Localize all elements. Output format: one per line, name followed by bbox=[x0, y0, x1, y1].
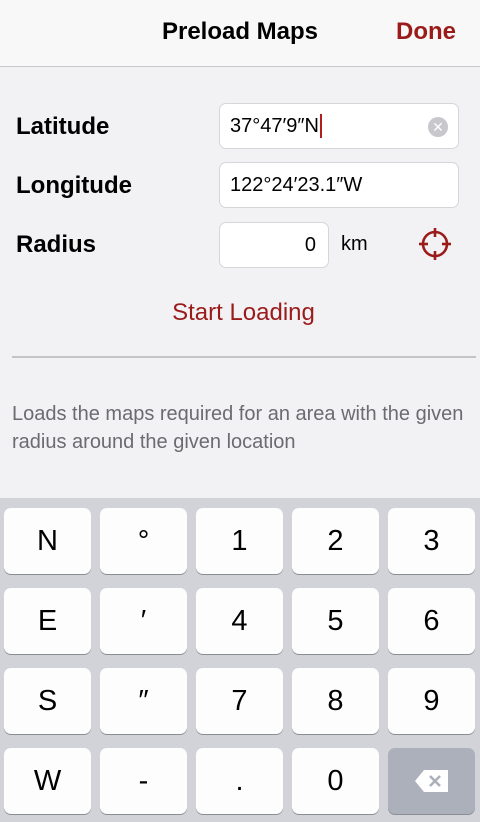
backspace-icon bbox=[414, 770, 448, 792]
key-n[interactable]: N bbox=[4, 508, 91, 574]
key-0[interactable]: 0 bbox=[292, 748, 379, 814]
radius-field[interactable]: 0 bbox=[219, 222, 329, 268]
key-second[interactable]: ″ bbox=[100, 668, 187, 734]
key-4[interactable]: 4 bbox=[196, 588, 283, 654]
done-button[interactable]: Done bbox=[396, 18, 456, 46]
radius-unit: km bbox=[341, 233, 368, 255]
text-cursor bbox=[319, 114, 322, 138]
key-degree[interactable]: ° bbox=[100, 508, 187, 574]
longitude-field[interactable]: 122°24′23.1″W bbox=[219, 162, 459, 208]
key-3[interactable]: 3 bbox=[388, 508, 475, 574]
key-5[interactable]: 5 bbox=[292, 588, 379, 654]
navigation-bar: Preload Maps Done bbox=[0, 0, 480, 67]
key-7[interactable]: 7 bbox=[196, 668, 283, 734]
latitude-value: 37°47′9″N bbox=[230, 114, 319, 137]
key-1[interactable]: 1 bbox=[196, 508, 283, 574]
start-loading-button[interactable]: Start Loading bbox=[0, 299, 480, 327]
latitude-label: Latitude bbox=[16, 113, 110, 140]
longitude-label: Longitude bbox=[16, 172, 132, 199]
help-text: Loads the maps required for an area with… bbox=[12, 403, 464, 453]
crosshair-icon[interactable] bbox=[418, 227, 452, 261]
key-8[interactable]: 8 bbox=[292, 668, 379, 734]
key-e[interactable]: E bbox=[4, 588, 91, 654]
divider bbox=[12, 356, 476, 358]
key-s[interactable]: S bbox=[4, 668, 91, 734]
longitude-value: 122°24′23.1″W bbox=[230, 173, 363, 196]
latitude-field[interactable]: 37°47′9″N ✕ bbox=[219, 103, 459, 149]
radius-label: Radius bbox=[16, 231, 97, 258]
key-minus[interactable]: - bbox=[100, 748, 187, 814]
key-period[interactable]: . bbox=[196, 748, 283, 814]
key-w[interactable]: W bbox=[4, 748, 91, 814]
backspace-key[interactable] bbox=[388, 748, 475, 814]
key-minute[interactable]: ′ bbox=[100, 588, 187, 654]
key-6[interactable]: 6 bbox=[388, 588, 475, 654]
clear-icon[interactable]: ✕ bbox=[428, 117, 448, 137]
key-2[interactable]: 2 bbox=[292, 508, 379, 574]
numeric-keyboard: N ° 1 2 3 E ′ 4 5 6 S ″ 7 8 9 W - . 0 bbox=[0, 498, 480, 822]
key-9[interactable]: 9 bbox=[388, 668, 475, 734]
